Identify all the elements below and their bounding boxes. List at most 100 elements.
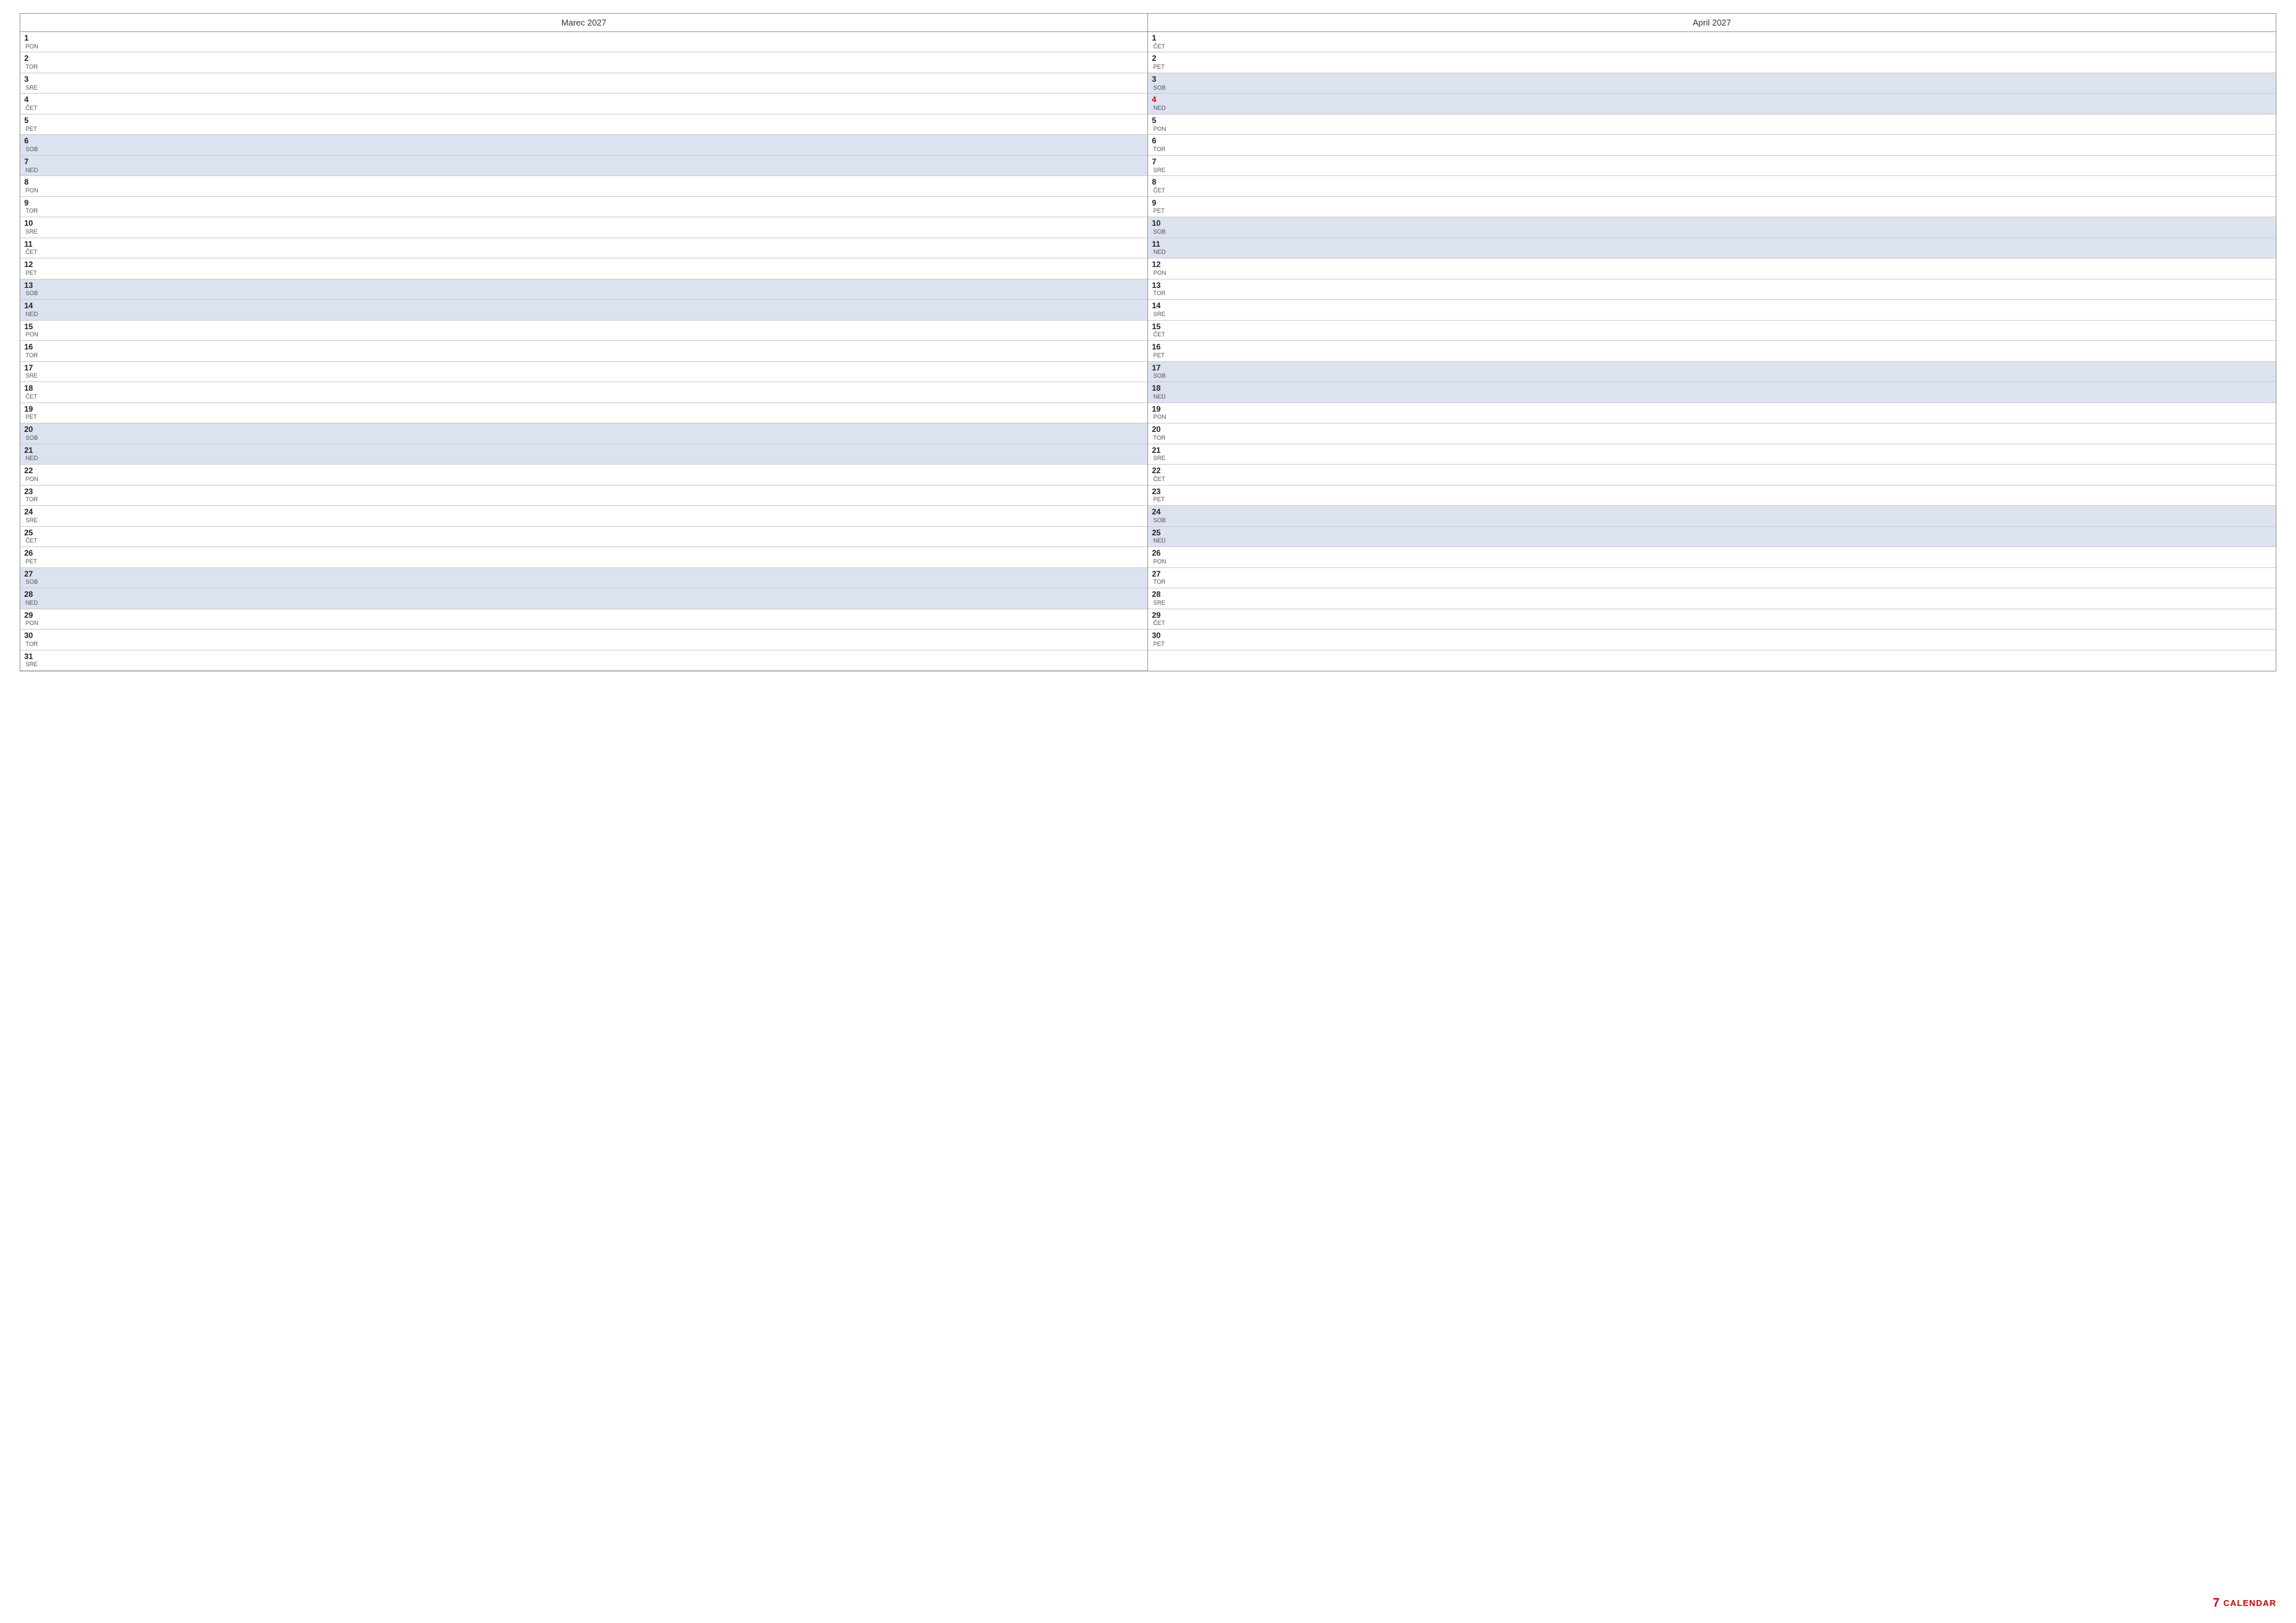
- day-info: 31SRE: [24, 652, 38, 669]
- day-label: TOR: [26, 208, 38, 215]
- day-row: 6TOR: [1148, 135, 2276, 155]
- day-row: 27SOB: [20, 568, 1147, 588]
- day-number: 26: [24, 548, 37, 559]
- day-label: ČET: [26, 105, 37, 113]
- day-label: SRE: [26, 662, 38, 669]
- day-info: 15PON: [24, 322, 39, 339]
- day-row: 1ČET: [1148, 32, 2276, 52]
- day-label: PON: [26, 476, 39, 484]
- day-number: 15: [1152, 322, 1165, 332]
- day-number: 1: [24, 33, 39, 44]
- day-info: 29ČET: [1152, 611, 1165, 628]
- day-number: 5: [24, 116, 37, 126]
- day-row: 22ČET: [1148, 465, 2276, 485]
- day-label: SRE: [1153, 312, 1166, 319]
- day-number: 22: [24, 466, 39, 476]
- day-label: PET: [1153, 208, 1165, 215]
- day-info: 3SOB: [1152, 75, 1166, 92]
- day-label: NED: [1153, 105, 1166, 113]
- day-label: TOR: [1153, 579, 1166, 586]
- day-info: 26PON: [1152, 548, 1166, 565]
- day-label: TOR: [26, 64, 38, 71]
- day-row: 23TOR: [20, 486, 1147, 506]
- day-row: 1PON: [20, 32, 1147, 52]
- day-row: 4NED: [1148, 94, 2276, 114]
- day-label: ČET: [1153, 476, 1165, 484]
- day-number: 19: [24, 404, 37, 415]
- day-label: ČET: [26, 538, 37, 545]
- day-number: 28: [24, 590, 38, 600]
- day-label: SRE: [26, 85, 38, 92]
- day-label: SRE: [26, 518, 38, 525]
- day-number: 20: [1152, 425, 1166, 435]
- day-number: 7: [1152, 157, 1166, 168]
- day-number: 21: [24, 446, 38, 456]
- day-row: 24SRE: [20, 506, 1147, 526]
- day-label: TOR: [1153, 147, 1166, 154]
- day-info: 27SOB: [24, 569, 38, 586]
- branding: 7 CALENDAR: [2213, 1596, 2276, 1610]
- day-row: 15PON: [20, 321, 1147, 341]
- day-number: 30: [24, 631, 38, 641]
- day-number: 8: [1152, 177, 1165, 188]
- day-label: SRE: [26, 229, 38, 236]
- day-info: 3SRE: [24, 75, 38, 92]
- day-label: ČET: [1153, 188, 1165, 195]
- day-row: 25NED: [1148, 527, 2276, 547]
- day-info: 12PET: [24, 260, 37, 277]
- day-info: 16TOR: [24, 342, 38, 359]
- day-label: ČET: [26, 394, 37, 401]
- day-info: 1ČET: [1152, 33, 1165, 50]
- day-label: PET: [1153, 64, 1165, 71]
- day-label: TOR: [26, 353, 38, 360]
- day-number: 28: [1152, 590, 1166, 600]
- day-row: 18ČET: [20, 382, 1147, 402]
- day-row: 5PET: [20, 115, 1147, 135]
- day-info: 8PON: [24, 177, 39, 194]
- day-info: 6TOR: [1152, 136, 1166, 153]
- day-label: PET: [1153, 353, 1165, 360]
- day-info: 19PET: [24, 404, 37, 421]
- day-label: NED: [26, 600, 38, 607]
- day-info: 27TOR: [1152, 569, 1166, 586]
- day-info: 20TOR: [1152, 425, 1166, 442]
- day-label: PON: [26, 44, 39, 51]
- day-info: 29PON: [24, 611, 39, 628]
- day-label: PON: [1153, 559, 1166, 566]
- day-info: 17SRE: [24, 363, 38, 380]
- page: Marec 20271PON2TOR3SRE4ČET5PET6SOB7NED8P…: [0, 0, 2296, 1623]
- day-row: 24SOB: [1148, 506, 2276, 526]
- day-label: SOB: [1153, 85, 1166, 92]
- day-label: ČET: [1153, 44, 1165, 51]
- day-label: NED: [1153, 538, 1166, 545]
- day-row: 7NED: [20, 156, 1147, 176]
- day-label: PET: [26, 126, 37, 134]
- day-label: PET: [26, 414, 37, 421]
- day-info: 2PET: [1152, 54, 1165, 71]
- day-row: 2PET: [1148, 52, 2276, 73]
- day-label: PET: [26, 270, 37, 277]
- day-number: 16: [24, 342, 38, 353]
- day-label: NED: [1153, 249, 1166, 257]
- day-number: 2: [24, 54, 38, 64]
- day-info: 15ČET: [1152, 322, 1165, 339]
- day-row: 21NED: [20, 444, 1147, 465]
- day-row: 13SOB: [20, 279, 1147, 300]
- day-number: 12: [1152, 260, 1166, 270]
- day-info: 7NED: [24, 157, 38, 174]
- day-number: 24: [24, 507, 38, 518]
- day-info: 11NED: [1152, 240, 1166, 257]
- day-row: 13TOR: [1148, 279, 2276, 300]
- day-row: 7SRE: [1148, 156, 2276, 176]
- day-label: PON: [26, 332, 39, 339]
- day-info: 18NED: [1152, 383, 1166, 401]
- day-row: 19PON: [1148, 403, 2276, 423]
- day-info: 25NED: [1152, 528, 1166, 545]
- day-label: PON: [26, 188, 39, 195]
- day-row: 17SRE: [20, 362, 1147, 382]
- day-row: 10SRE: [20, 217, 1147, 238]
- day-row: 30TOR: [20, 630, 1147, 650]
- day-row: 26PON: [1148, 547, 2276, 567]
- day-number: 4: [1152, 95, 1166, 105]
- day-number: 12: [24, 260, 37, 270]
